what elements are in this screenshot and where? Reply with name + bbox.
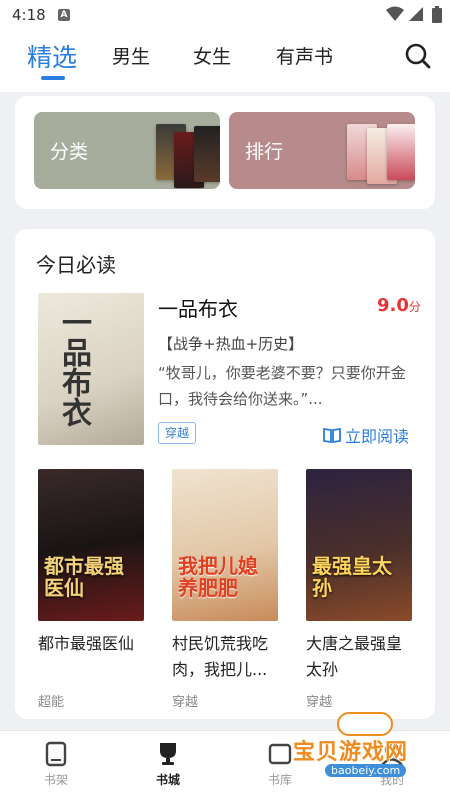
status-time: 4:18 (12, 6, 46, 24)
tab-male[interactable]: 男生 (112, 42, 150, 69)
quick-entry-card: 分类 排行 (15, 96, 435, 209)
nav-bookshelf[interactable]: 书架 (26, 741, 86, 788)
tab-featured[interactable]: 精选 (27, 38, 77, 74)
gamepad-logo-icon (337, 712, 393, 736)
wifi-icon (386, 6, 404, 21)
category-cover-image (194, 126, 220, 182)
tab-active-indicator (41, 76, 65, 80)
featured-book-score: 9.0分 (377, 295, 421, 316)
book-genre: 超能 (38, 695, 65, 710)
category-tile[interactable]: 分类 (34, 112, 220, 189)
book-title: 都市最强医仙 (38, 634, 135, 653)
book-cover: 最强皇太孙 (306, 469, 412, 621)
book-card[interactable]: 我把儿媳养肥肥 村民饥荒我吃肉，我把儿... 穿越 (172, 469, 278, 710)
watermark-text: 宝贝游戏网 (293, 740, 409, 765)
trophy-icon (160, 743, 176, 765)
nav-bookshelf-label: 书架 (43, 773, 68, 787)
bookshelf-icon (45, 741, 67, 767)
book-genre: 穿越 (172, 695, 199, 710)
top-tab-bar: 精选 男生 女生 有声书 (0, 30, 450, 92)
read-now-label: 立即阅读 (345, 427, 410, 446)
category-label: 分类 (50, 141, 89, 163)
signal-icon (409, 7, 423, 21)
ranking-tile[interactable]: 排行 (229, 112, 415, 189)
battery-icon (432, 6, 442, 23)
featured-book-description: “牧哥儿，你要老婆不要？只要你开金口，我待会给你送来。”... (158, 364, 406, 408)
book-card[interactable]: 最强皇太孙 大唐之最强皇太孙 穿越 (306, 469, 412, 710)
site-watermark: 宝贝游戏网 baobeiy.com (285, 712, 445, 782)
tab-female[interactable]: 女生 (193, 42, 231, 69)
section-title: 今日必读 (36, 253, 116, 277)
status-bar: 4:18 A (0, 0, 450, 30)
nav-bookstore-label: 书城 (155, 773, 180, 787)
book-cover-title: 都市最强医仙 (44, 554, 124, 600)
score-unit: 分 (408, 300, 421, 314)
featured-genre-badge: 穿越 (158, 422, 197, 444)
book-title: 大唐之最强皇太孙 (306, 634, 403, 679)
book-cover-title: 我把儿媳养肥肥 (178, 554, 258, 600)
book-cover: 我把儿媳养肥肥 (172, 469, 278, 621)
tab-audiobook[interactable]: 有声书 (276, 42, 333, 69)
watermark-url: baobeiy.com (325, 764, 407, 777)
ranking-cover-image (387, 124, 415, 180)
ranking-label: 排行 (245, 141, 284, 163)
featured-book-tags: 【战争+热血+历史】 (158, 335, 304, 353)
notification-a-icon: A (58, 9, 70, 21)
score-value: 9.0 (377, 295, 409, 316)
nav-bookstore[interactable]: 书城 (138, 741, 198, 788)
search-icon[interactable] (404, 42, 432, 70)
featured-book-cover[interactable]: 一品布衣 (38, 293, 144, 445)
read-now-button[interactable]: 立即阅读 (323, 423, 409, 447)
book-cover: 都市最强医仙 (38, 469, 144, 621)
book-open-icon (323, 427, 341, 443)
featured-book-title[interactable]: 一品布衣 (158, 293, 238, 322)
today-must-read-card: 今日必读 一品布衣 一品布衣 9.0分 【战争+热血+历史】 “牧哥儿，你要老婆… (15, 229, 435, 719)
book-cover-title: 最强皇太孙 (312, 554, 392, 600)
featured-cover-title: 一品布衣 (56, 307, 91, 427)
book-genre: 穿越 (306, 695, 333, 710)
book-card[interactable]: 都市最强医仙 都市最强医仙 超能 (38, 469, 144, 710)
book-title: 村民饥荒我吃肉，我把儿... (172, 634, 269, 679)
